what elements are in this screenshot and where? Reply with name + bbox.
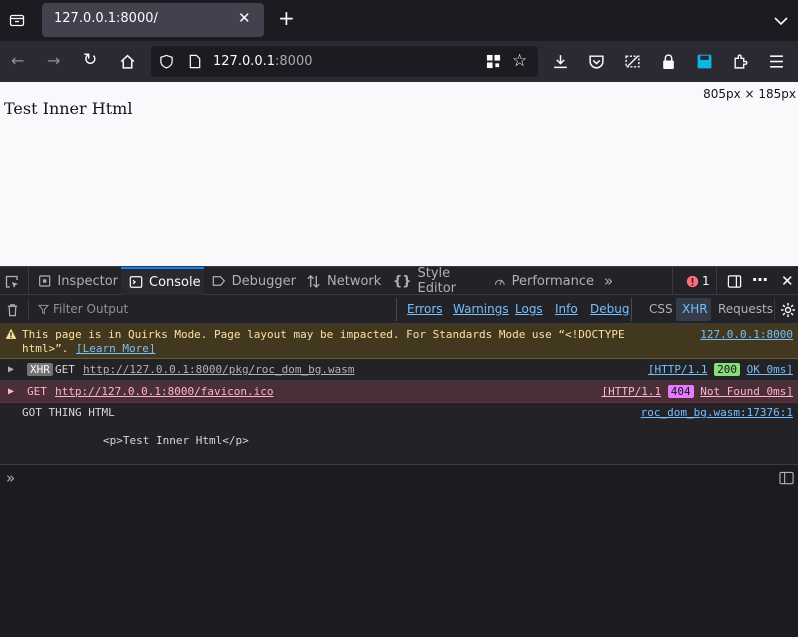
braces-icon: {} bbox=[393, 273, 412, 289]
console-input[interactable]: » bbox=[0, 465, 798, 637]
console-settings-gear-icon[interactable] bbox=[780, 302, 796, 318]
viewport-dimensions: 805px × 185px bbox=[703, 87, 796, 101]
debugger-icon bbox=[212, 276, 226, 286]
expand-triangle-icon[interactable]: ▶ bbox=[8, 364, 14, 375]
inspector-icon bbox=[39, 275, 51, 287]
filter-xhr[interactable]: XHR bbox=[682, 302, 708, 316]
tab-performance[interactable]: Performance bbox=[494, 267, 594, 295]
tab-style-editor[interactable]: {} Style Editor bbox=[393, 266, 489, 296]
error-counter[interactable]: 1 bbox=[686, 274, 710, 288]
pocket-icon[interactable] bbox=[588, 53, 605, 70]
lock-icon[interactable] bbox=[660, 53, 677, 70]
log-line-1: GOT THING HTML bbox=[22, 406, 115, 419]
save-extension-icon[interactable] bbox=[696, 53, 713, 70]
prompt-chevron-icon: » bbox=[6, 469, 16, 487]
forward-icon[interactable]: → bbox=[47, 53, 60, 69]
filter-errors[interactable]: Errors bbox=[407, 302, 443, 316]
filter-warnings[interactable]: Warnings bbox=[453, 302, 509, 316]
new-tab-icon[interactable]: + bbox=[278, 8, 295, 28]
browser-tab[interactable]: 127.0.0.1:8000/ ✕ bbox=[42, 3, 264, 37]
page-text: Test Inner Html bbox=[4, 99, 133, 118]
filter-debug[interactable]: Debug bbox=[590, 302, 629, 316]
editor-mode-icon[interactable] bbox=[779, 471, 794, 485]
xhr-method: GET bbox=[55, 363, 75, 376]
shield-icon[interactable] bbox=[159, 54, 174, 69]
performance-icon bbox=[494, 279, 505, 285]
network-icon bbox=[307, 274, 320, 288]
xhr-url-link[interactable]: http://127.0.0.1:8000/pkg/roc_dom_bg.was… bbox=[83, 363, 355, 376]
more-options-icon[interactable]: ⋯ bbox=[752, 270, 768, 289]
filter-logs[interactable]: Logs bbox=[515, 302, 543, 316]
filter-info[interactable]: Info bbox=[555, 302, 578, 316]
close-devtools-icon[interactable]: ✕ bbox=[781, 272, 794, 290]
download-icon[interactable] bbox=[552, 53, 569, 70]
tab-strip: 127.0.0.1:8000/ ✕ + bbox=[0, 0, 798, 41]
error-url-link[interactable]: http://127.0.0.1:8000/favicon.ico bbox=[55, 385, 274, 398]
menu-icon[interactable] bbox=[768, 54, 785, 69]
devtools-toolbar: Inspector Console Debugger Network {} St… bbox=[0, 266, 798, 296]
xhr-status[interactable]: [HTTP/1.1 200 OK 0ms] bbox=[648, 363, 793, 376]
warning-icon bbox=[5, 328, 17, 339]
error-method: GET bbox=[27, 385, 47, 398]
filter-icon bbox=[38, 304, 49, 315]
tab-network[interactable]: Network bbox=[306, 267, 386, 295]
back-icon[interactable]: ← bbox=[11, 53, 24, 69]
qr-code-icon[interactable] bbox=[486, 54, 501, 69]
tab-list-icon[interactable] bbox=[9, 12, 25, 28]
console-filter-bar: Filter Output Errors Warnings Logs Info … bbox=[0, 295, 798, 324]
filter-output-input[interactable]: Filter Output bbox=[53, 302, 128, 316]
page-viewport: Test Inner Html 805px × 185px bbox=[0, 82, 798, 266]
tab-close-icon[interactable]: ✕ bbox=[238, 9, 251, 27]
extensions-icon[interactable] bbox=[732, 53, 749, 70]
page-icon[interactable] bbox=[188, 54, 202, 69]
filter-requests[interactable]: Requests bbox=[718, 302, 773, 316]
tab-inspector[interactable]: Inspector bbox=[38, 267, 118, 295]
log-line-2: <p>Test Inner Html</p> bbox=[103, 434, 249, 447]
more-tools-icon[interactable]: » bbox=[604, 272, 613, 290]
tab-console[interactable]: Console bbox=[121, 267, 204, 295]
console-warning-message: This page is in Quirks Mode. Page layout… bbox=[0, 324, 798, 359]
nav-bar: ← → ↻ 127.0.0.1:8000 ☆ bbox=[0, 41, 798, 82]
warning-source-link[interactable]: 127.0.0.1:8000 bbox=[700, 328, 793, 341]
tab-debugger[interactable]: Debugger bbox=[212, 267, 296, 295]
log-source-link[interactable]: roc_dom_bg.wasm:17376:1 bbox=[641, 406, 793, 419]
console-xhr-message[interactable]: ▶ XHR GET http://127.0.0.1:8000/pkg/roc_… bbox=[0, 359, 798, 381]
reload-icon[interactable]: ↻ bbox=[83, 52, 97, 69]
dock-side-icon[interactable] bbox=[727, 274, 742, 289]
console-error-message[interactable]: ▶ GET http://127.0.0.1:8000/favicon.ico … bbox=[0, 381, 798, 403]
filter-css[interactable]: CSS bbox=[649, 302, 673, 316]
bookmark-star-icon[interactable]: ☆ bbox=[512, 53, 527, 70]
trash-icon[interactable] bbox=[5, 302, 20, 318]
error-icon bbox=[686, 275, 699, 287]
element-picker-icon[interactable] bbox=[4, 274, 20, 290]
screenshot-icon[interactable] bbox=[624, 53, 641, 70]
console-log-message: GOT THING HTML <p>Test Inner Html</p> ro… bbox=[0, 403, 798, 465]
warning-text-line2: html>”. bbox=[22, 342, 69, 355]
console-icon bbox=[129, 276, 143, 288]
url-bar[interactable]: 127.0.0.1:8000 ☆ bbox=[151, 46, 538, 77]
warning-text: This page is in Quirks Mode. Page layout… bbox=[22, 328, 625, 341]
xhr-badge: XHR bbox=[27, 363, 53, 376]
chevron-down-icon[interactable] bbox=[773, 13, 789, 29]
error-status[interactable]: [HTTP/1.1 404 Not Found 0ms] bbox=[602, 385, 793, 398]
expand-triangle-icon[interactable]: ▶ bbox=[8, 386, 14, 397]
tab-title: 127.0.0.1:8000/ bbox=[54, 11, 158, 26]
url-text[interactable]: 127.0.0.1:8000 bbox=[213, 54, 313, 69]
learn-more-link[interactable]: [Learn More] bbox=[76, 342, 155, 355]
home-icon[interactable] bbox=[119, 53, 136, 70]
